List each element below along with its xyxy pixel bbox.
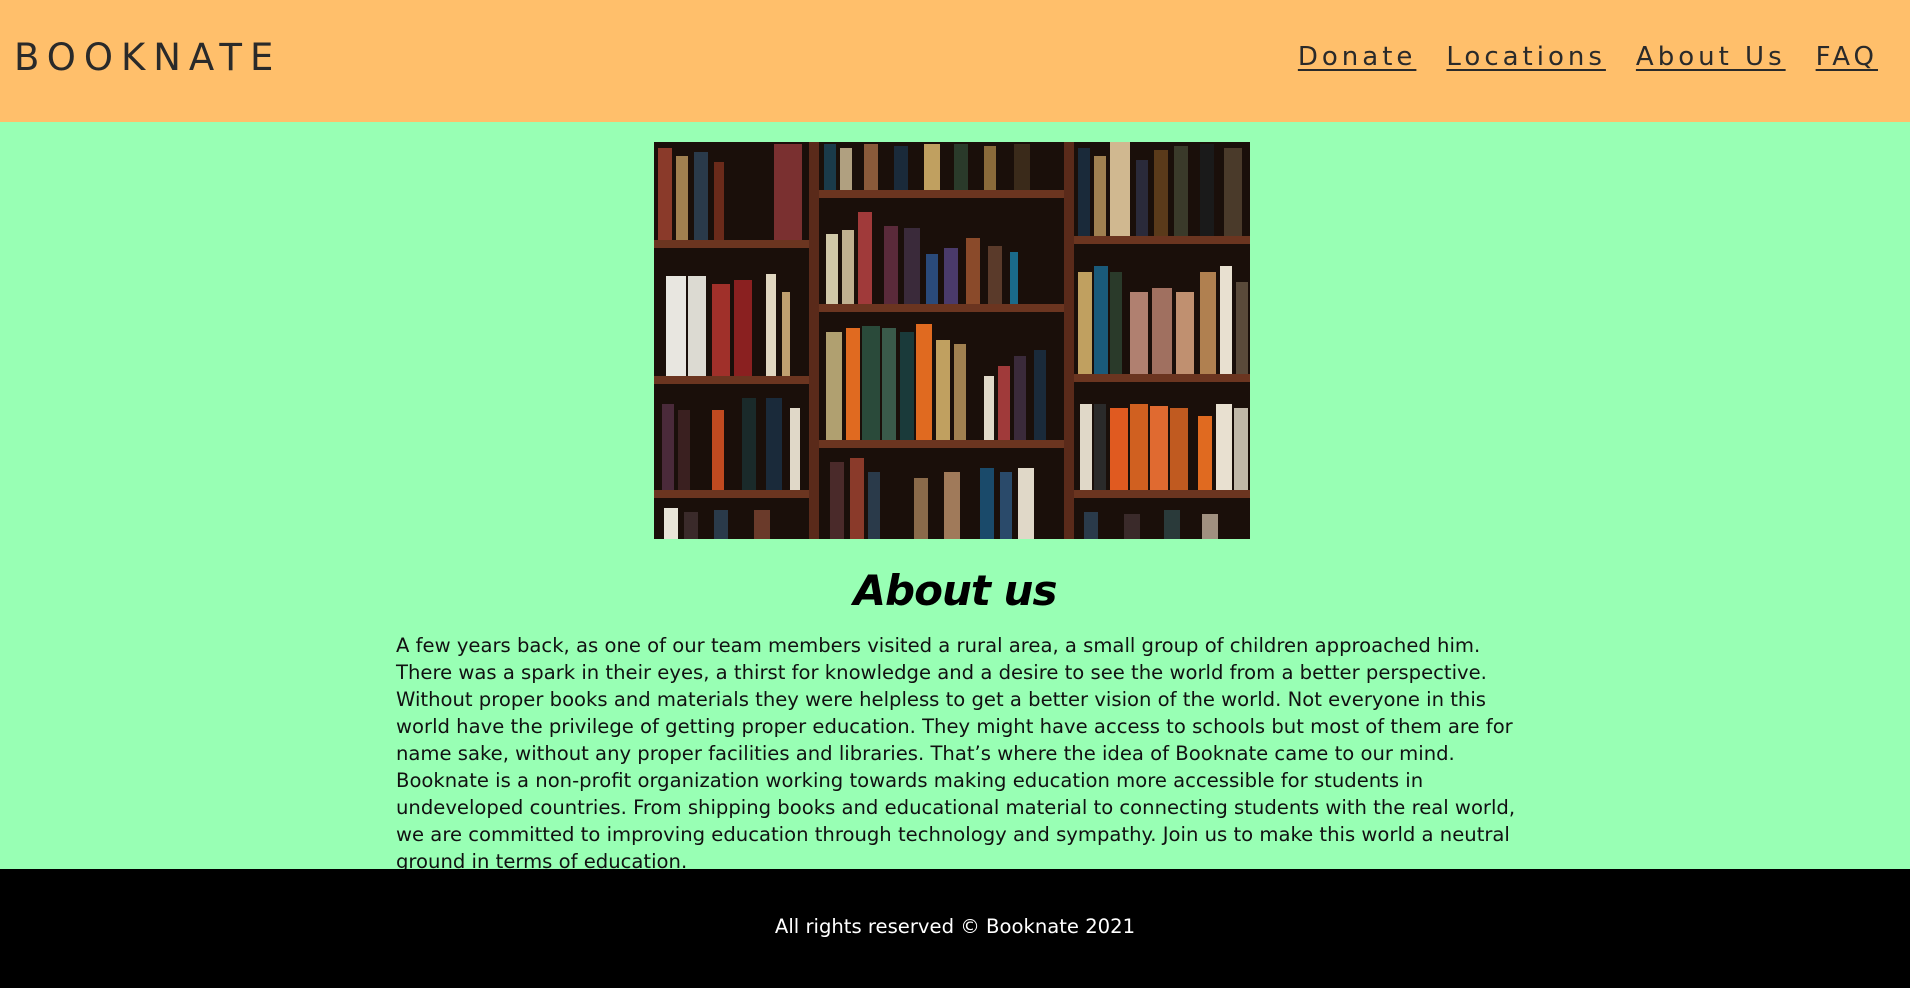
site-footer: All rights reserved © Booknate 2021 xyxy=(0,869,1910,988)
copyright-text: All rights reserved © Booknate 2021 xyxy=(774,915,1136,938)
about-paragraph: A few years back, as one of our team mem… xyxy=(396,634,1516,873)
site-header: BOOKNATE Donate Locations About Us FAQ xyxy=(0,0,1910,122)
nav-link-faq[interactable]: FAQ xyxy=(1816,42,1878,72)
bookshelf-hero-image xyxy=(654,142,1250,539)
nav-link-locations[interactable]: Locations xyxy=(1446,42,1606,72)
main-nav: Donate Locations About Us FAQ xyxy=(1298,42,1878,72)
nav-link-about-us[interactable]: About Us xyxy=(1636,42,1786,72)
page-title: About us xyxy=(853,566,1058,615)
main-content: About us A few years back, as one of our… xyxy=(0,122,1910,873)
nav-link-donate[interactable]: Donate xyxy=(1298,42,1417,72)
site-logo[interactable]: BOOKNATE xyxy=(14,36,281,79)
